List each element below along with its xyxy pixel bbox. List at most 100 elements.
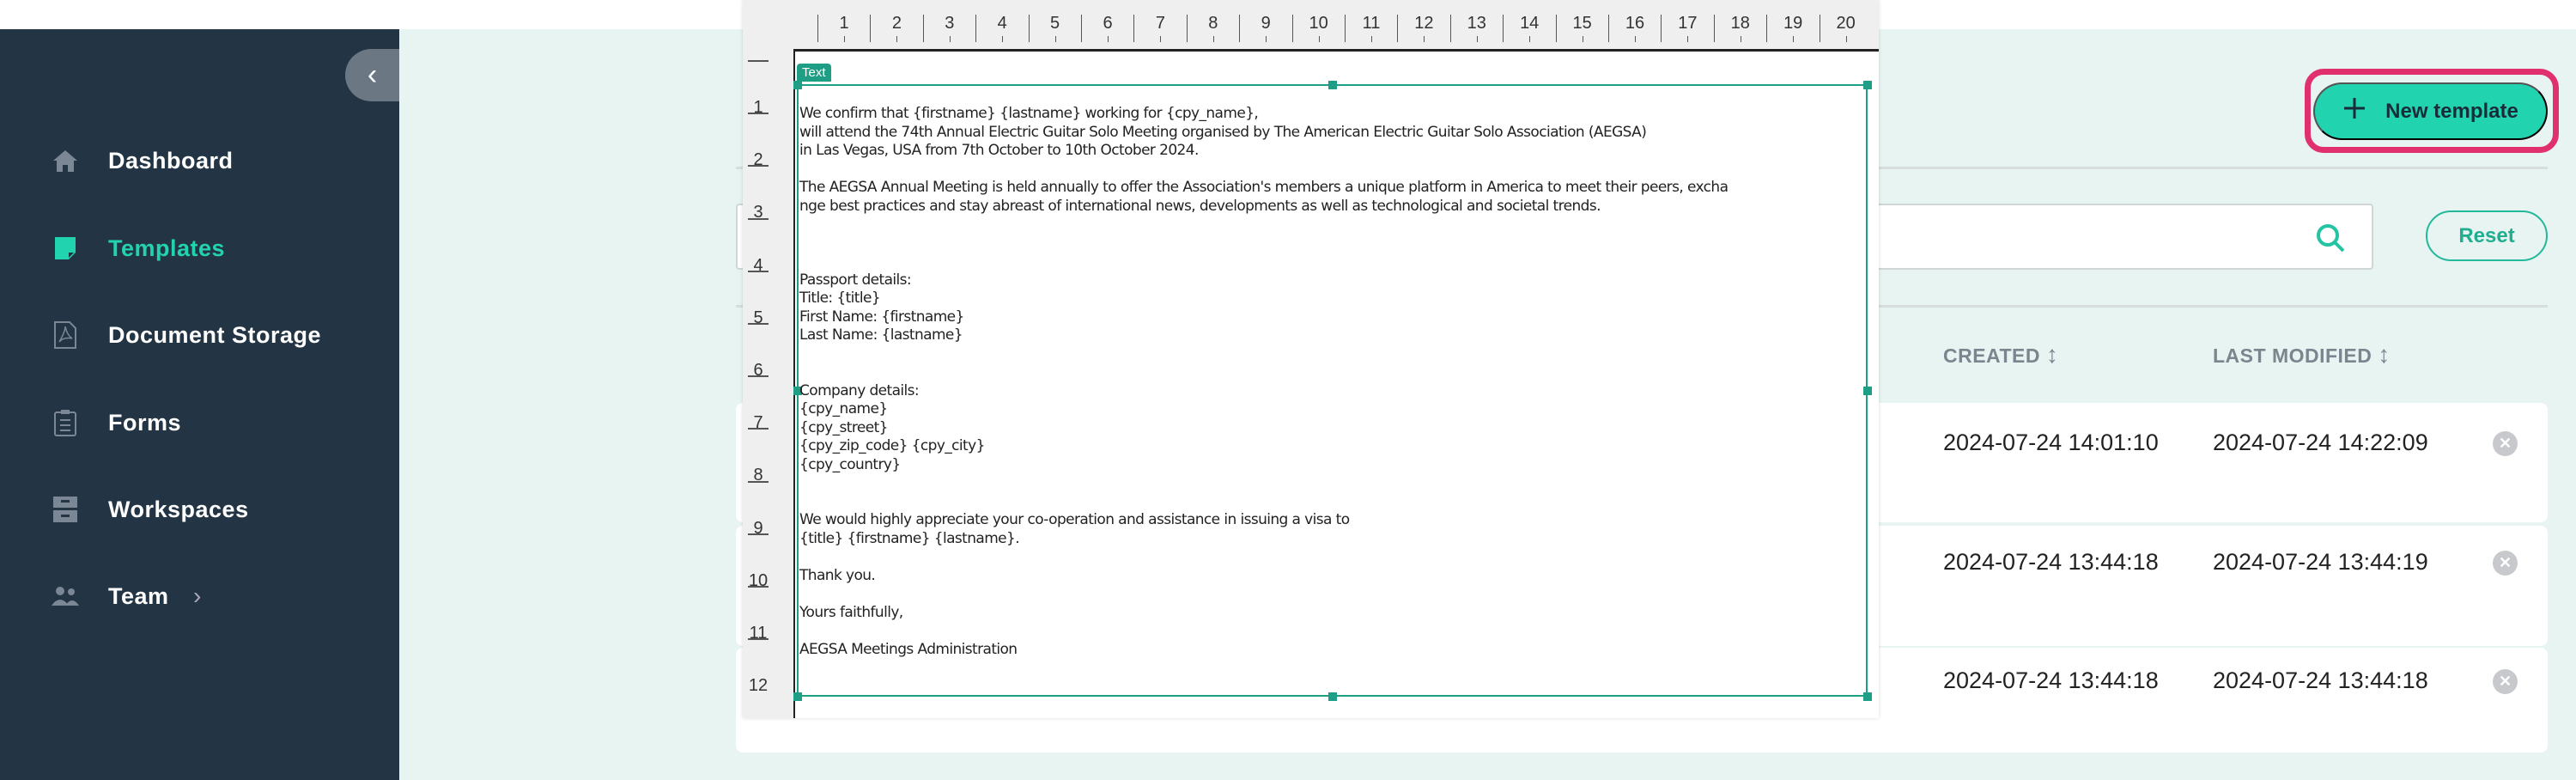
sidebar: ‹ Dashboard Templates Document Storage F… (0, 29, 399, 780)
ruler-number: 5 (753, 308, 763, 327)
ruler-number: 15 (1572, 14, 1592, 33)
sidebar-item-workspaces[interactable]: Workspaces (0, 484, 399, 535)
ruler-tick (748, 586, 769, 588)
sort-icon: ↕ (2045, 341, 2059, 368)
ruler-tick (1002, 36, 1004, 42)
pdf-icon (52, 321, 79, 349)
ruler-number: 7 (753, 413, 763, 433)
sidebar-item-forms[interactable]: Forms (0, 397, 399, 448)
sidebar-item-label: Document Storage (108, 321, 322, 348)
ruler-tick (1503, 15, 1504, 42)
ruler-number: 7 (1155, 14, 1165, 33)
sidebar-item-templates[interactable]: Templates (0, 222, 399, 274)
resize-handle[interactable] (793, 692, 802, 701)
chevron-right-icon: › (193, 582, 202, 609)
ruler-tick (1054, 36, 1056, 42)
ruler-number: 20 (1836, 14, 1856, 33)
ruler-tick (1424, 36, 1425, 42)
ruler-number: 16 (1625, 14, 1645, 33)
ruler-tick (1845, 36, 1847, 42)
search-icon[interactable] (2315, 222, 2346, 258)
ruler-tick (1133, 15, 1135, 42)
ruler-left: 1 2 3 4 5 6 7 8 9 10 11 12 (743, 49, 793, 718)
ruler-number: 11 (749, 624, 768, 643)
ruler-tick (1371, 36, 1372, 42)
sidebar-item-document-storage[interactable]: Document Storage (0, 309, 399, 361)
ruler-tick (748, 113, 769, 115)
text-block-label: Text (797, 64, 831, 82)
ruler-tick (896, 36, 898, 42)
ruler-top: 1 2 3 4 5 6 7 8 9 10 11 12 13 14 15 16 17 18 19 20 (743, 0, 1879, 49)
plus-icon (2342, 96, 2366, 126)
last-modified-cell: 2024-07-24 13:44:18 (2213, 667, 2428, 693)
ruler-number: 10 (1309, 14, 1328, 33)
column-header-last-modified[interactable]: LAST MODIFIED ↕ (2213, 341, 2391, 369)
sidebar-collapse-button[interactable]: ‹ (345, 49, 399, 101)
created-cell: 2024-07-24 14:01:10 (1943, 430, 2159, 455)
ruler-tick (1793, 36, 1795, 42)
sidebar-item-label: Templates (108, 235, 226, 261)
ruler-number: 6 (753, 361, 763, 380)
ruler-tick (748, 60, 769, 62)
sidebar-item-label: Workspaces (108, 496, 249, 522)
resize-handle[interactable] (1863, 81, 1872, 89)
ruler-tick (1186, 15, 1188, 42)
ruler-number: 3 (753, 203, 763, 222)
home-icon (52, 147, 79, 174)
ruler-tick (949, 36, 951, 42)
delete-icon[interactable]: ✕ (2493, 669, 2518, 694)
ruler-number: 12 (1414, 14, 1434, 33)
resize-handle[interactable] (1328, 81, 1337, 89)
column-header-created[interactable]: CREATED ↕ (1943, 341, 2058, 369)
ruler-tick (748, 480, 769, 483)
resize-handle[interactable] (1863, 387, 1872, 395)
resize-handle[interactable] (1863, 692, 1872, 701)
ruler-tick (844, 36, 845, 42)
ruler-tick (975, 15, 977, 42)
resize-handle[interactable] (793, 81, 802, 89)
ruler-number: 14 (1520, 14, 1540, 33)
reset-button[interactable]: Reset (2426, 210, 2548, 261)
ruler-tick (1345, 15, 1346, 42)
ruler-number: 5 (1050, 14, 1060, 33)
users-icon (52, 582, 79, 610)
sidebar-item-label: Forms (108, 409, 182, 436)
created-cell: 2024-07-24 13:44:18 (1943, 549, 2159, 575)
ruler-tick (1661, 15, 1662, 42)
ruler-tick (748, 428, 769, 430)
ruler-number: 11 (1362, 14, 1381, 33)
resize-handle[interactable] (1328, 692, 1337, 701)
ruler-number: 2 (753, 150, 763, 170)
archive-icon (52, 496, 79, 523)
delete-icon[interactable]: ✕ (2493, 431, 2518, 456)
ruler-tick (1108, 36, 1109, 42)
ruler-tick (1608, 15, 1609, 42)
ruler-tick (748, 217, 769, 220)
ruler-number: 6 (1103, 14, 1113, 33)
sidebar-item-dashboard[interactable]: Dashboard (0, 135, 399, 186)
template-icon (52, 235, 79, 262)
delete-icon[interactable]: ✕ (2493, 551, 2518, 576)
new-template-button[interactable]: New template (2313, 82, 2548, 140)
ruler-number: 8 (1208, 14, 1218, 33)
ruler-tick (1476, 36, 1478, 42)
ruler-number: 9 (1261, 14, 1271, 33)
ruler-tick (1028, 15, 1030, 42)
sidebar-item-team[interactable]: Team › (0, 570, 399, 622)
ruler-tick (1529, 36, 1531, 42)
ruler-number: 17 (1678, 14, 1698, 33)
ruler-tick (748, 533, 769, 535)
last-modified-cell: 2024-07-24 13:44:19 (2213, 549, 2428, 575)
ruler-tick (870, 15, 872, 42)
ruler-number: 9 (753, 518, 763, 538)
ruler-number: 3 (945, 14, 955, 33)
ruler-tick (748, 375, 769, 378)
ruler-number: 19 (1783, 14, 1803, 33)
new-template-label: New template (2385, 99, 2518, 123)
sidebar-item-label: Dashboard (108, 147, 234, 174)
clipboard-icon (52, 409, 79, 436)
ruler-tick (748, 165, 769, 168)
ruler-tick (1687, 36, 1689, 42)
last-modified-cell: 2024-07-24 14:22:09 (2213, 430, 2428, 455)
ruler-tick (1555, 15, 1557, 42)
